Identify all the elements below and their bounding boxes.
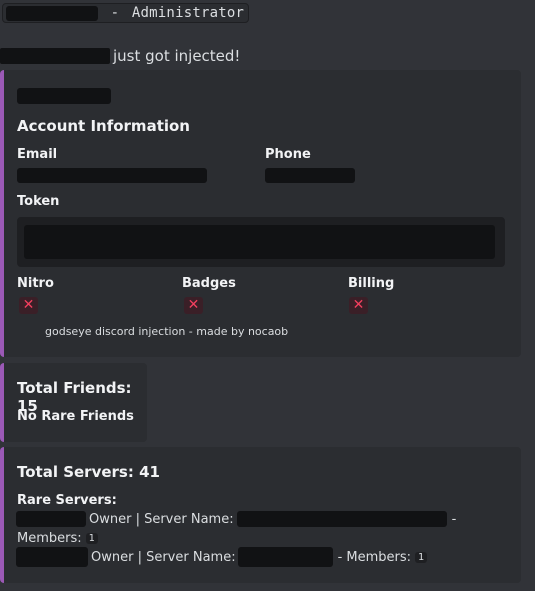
servers-embed: Total Servers: 41 Rare Servers: Owner | …: [0, 447, 521, 583]
token-label: Token: [17, 194, 60, 209]
members-count: 1: [85, 532, 98, 544]
header-code-pill: - Administrator: [2, 3, 250, 23]
badges-cross-mark-icon: ✕: [184, 297, 203, 314]
members-label: Members:: [17, 530, 82, 546]
members-label: - Members:: [337, 549, 412, 565]
redacted-embed-author: [17, 88, 111, 104]
injected-text: just got injected!: [113, 47, 241, 65]
rare-server-row-1-members: Members: 1: [17, 528, 98, 548]
members-count: 1: [415, 551, 428, 563]
redacted-server-id: [16, 511, 86, 527]
message-header: - Administrator: [2, 3, 250, 23]
redacted-user-mention: [0, 48, 110, 64]
members-dash: -: [451, 511, 457, 527]
injected-message: just got injected!: [0, 46, 240, 66]
billing-label: Billing: [348, 276, 395, 291]
nitro-label: Nitro: [17, 276, 54, 291]
embed-footer: godseye discord injection - made by noca…: [45, 325, 289, 338]
rare-servers-label: Rare Servers:: [17, 493, 117, 508]
redacted-server-name: [237, 547, 333, 567]
friends-subtitle: No Rare Friends: [17, 409, 134, 424]
redacted-server-name: [236, 511, 447, 527]
token-code-block[interactable]: [17, 217, 505, 267]
header-separator: -: [110, 5, 120, 21]
email-label: Email: [17, 147, 58, 162]
owner-server-name-text: Owner | Server Name:: [89, 511, 234, 527]
rare-server-row-2: Owner | Server Name: - Members: 1: [16, 547, 428, 567]
nitro-cross-mark-icon: ✕: [19, 297, 38, 314]
redacted-phone-value: [265, 168, 355, 183]
rare-server-row-1: Owner | Server Name: -: [16, 509, 456, 529]
friends-embed: Total Friends: 15 No Rare Friends: [0, 363, 147, 442]
badges-label: Badges: [182, 276, 236, 291]
header-role: Administrator: [131, 5, 245, 21]
redacted-token-value: [24, 225, 495, 259]
redacted-server-id: [16, 547, 88, 567]
redacted-email-value: [17, 168, 207, 183]
owner-server-name-text: Owner | Server Name:: [91, 549, 236, 565]
embed-title: Account Information: [17, 117, 190, 135]
phone-label: Phone: [265, 147, 311, 162]
redacted-username: [6, 5, 98, 21]
billing-cross-mark-icon: ✕: [349, 297, 368, 314]
account-info-embed: Account Information Email Phone Token Ni…: [0, 70, 521, 357]
servers-title: Total Servers: 41: [17, 463, 160, 481]
